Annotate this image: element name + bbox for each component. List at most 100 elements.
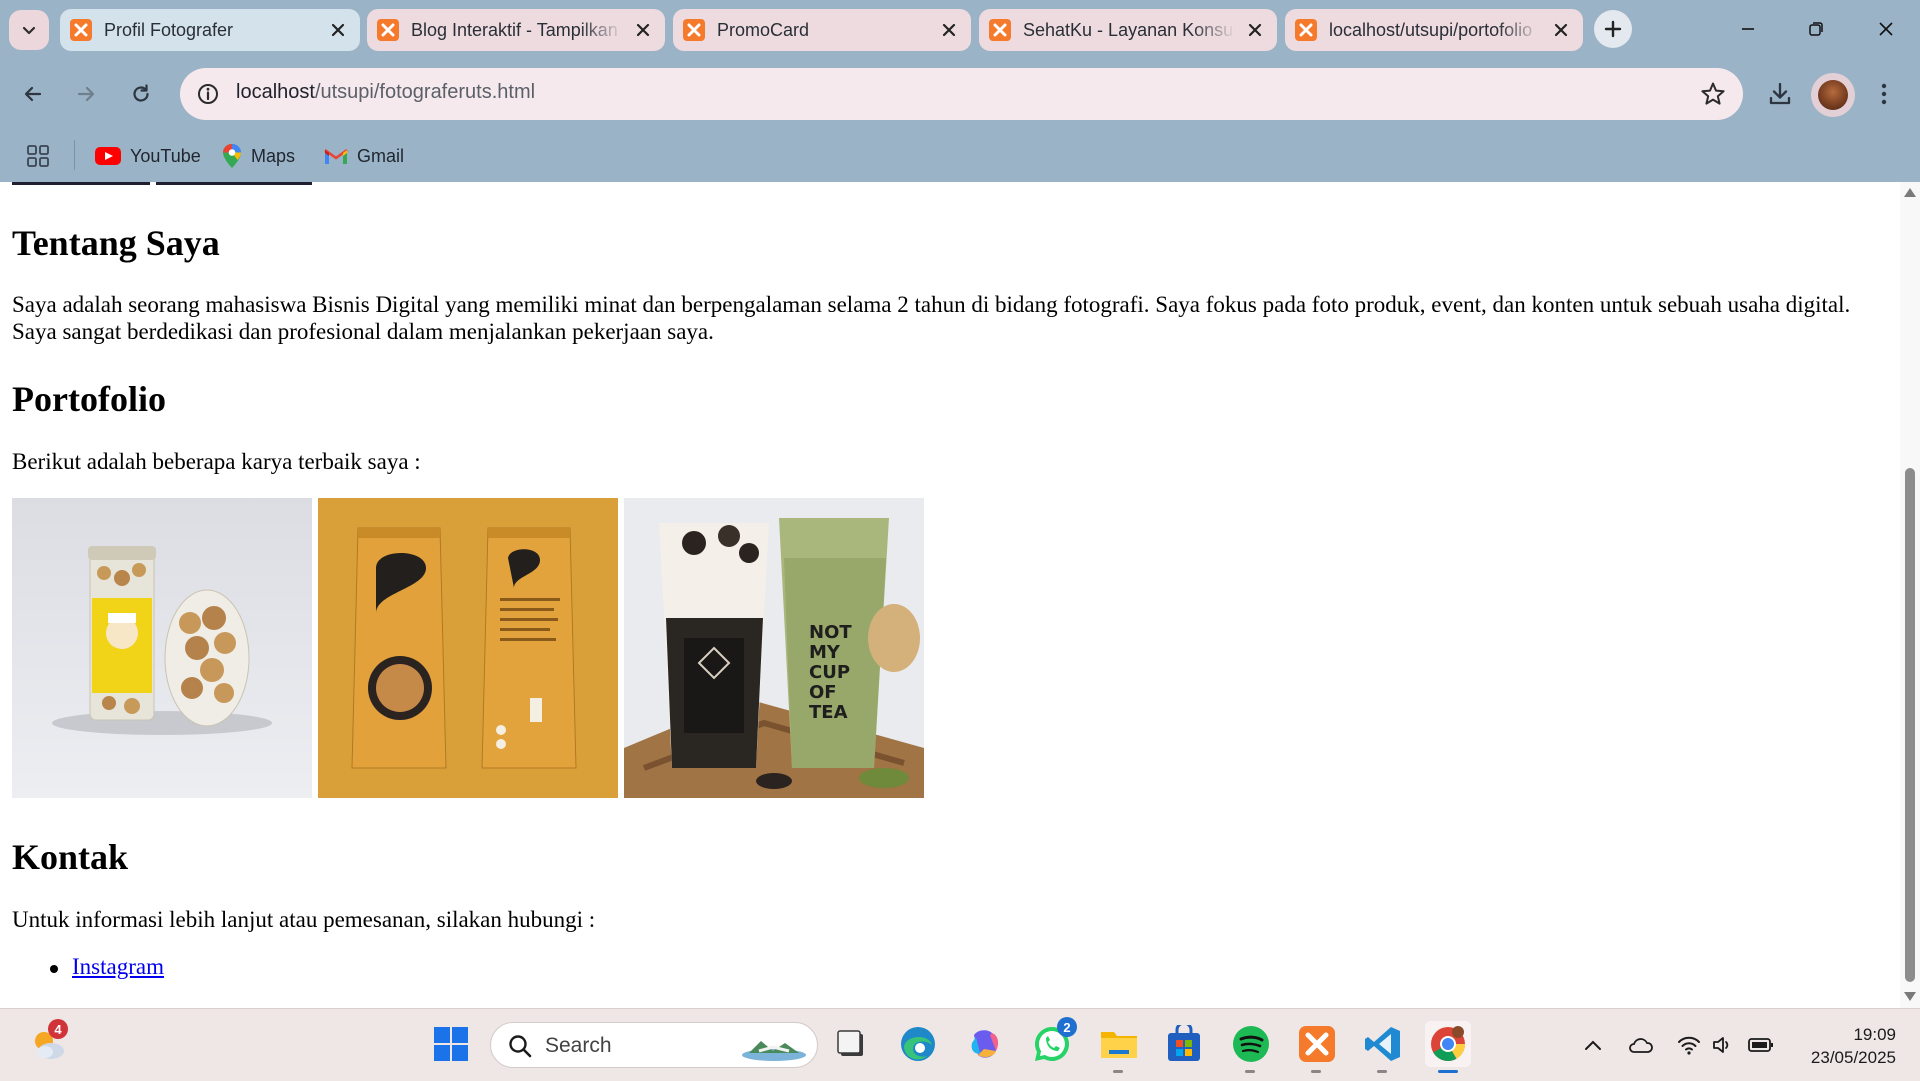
svg-text:NOT: NOT xyxy=(809,622,852,643)
taskbar-copilot[interactable] xyxy=(962,1021,1008,1067)
reload-button[interactable] xyxy=(121,74,161,114)
photo-drinks: NOT MY CUP OF TEA xyxy=(624,498,924,798)
folder-icon xyxy=(1101,1032,1137,1058)
tray-overflow-button[interactable] xyxy=(1580,1033,1606,1057)
bookmark-maps[interactable]: Maps xyxy=(222,141,295,171)
photo-chips-pouch xyxy=(318,498,618,798)
chevron-up-icon xyxy=(1585,1040,1601,1050)
gmail-icon xyxy=(324,148,348,164)
svg-text:CUP: CUP xyxy=(809,662,850,683)
back-button[interactable] xyxy=(13,74,53,114)
copilot-icon xyxy=(971,1030,999,1058)
running-indicator xyxy=(1245,1070,1255,1073)
taskbar-store[interactable] xyxy=(1161,1021,1207,1067)
taskbar-whatsapp[interactable]: 2 xyxy=(1029,1017,1077,1067)
downloads-button[interactable] xyxy=(1762,74,1798,114)
scroll-up-arrow-icon[interactable] xyxy=(1904,188,1916,197)
window-close-button[interactable] xyxy=(1871,14,1901,44)
start-button[interactable] xyxy=(428,1021,474,1067)
chrome-icon xyxy=(1431,1026,1465,1061)
close-icon[interactable] xyxy=(939,20,959,40)
bookmark-gmail[interactable]: Gmail xyxy=(324,141,404,171)
xampp-icon xyxy=(1299,1026,1335,1062)
svg-text:MY: MY xyxy=(809,642,841,663)
search-highlight-icon xyxy=(742,1041,806,1061)
contact-intro: Untuk informasi lebih lanjut atau pemesa… xyxy=(12,907,596,932)
windows-start-icon xyxy=(434,1027,468,1061)
bookmark-star-icon[interactable] xyxy=(1699,80,1727,108)
tab-title: SehatKu - Layanan Konsultasi xyxy=(1023,20,1235,40)
taskbar-spotify[interactable] xyxy=(1228,1021,1274,1073)
reload-icon xyxy=(133,84,149,102)
close-icon[interactable] xyxy=(1551,20,1571,40)
wifi-icon xyxy=(1678,1036,1700,1055)
svg-text:TEA: TEA xyxy=(809,702,848,723)
url-text[interactable]: localhost/utsupi/fotograferuts.html xyxy=(236,81,535,104)
bookmark-label: YouTube xyxy=(130,145,201,166)
search-icon xyxy=(509,1035,532,1058)
tab-title: PromoCard xyxy=(717,20,810,40)
new-tab-button[interactable] xyxy=(1594,10,1632,48)
taskbar-search-box[interactable]: Search xyxy=(490,1022,818,1068)
url-host: localhost xyxy=(236,81,315,103)
tab-title: Blog Interaktif - Tampilkan xyxy=(411,20,618,40)
profile-button[interactable] xyxy=(1811,73,1855,117)
tab-sehatku[interactable]: SehatKu - Layanan Konsultasi xyxy=(979,9,1277,51)
tab-search-button[interactable] xyxy=(9,10,49,50)
clock-date: 23/05/2025 xyxy=(1810,1048,1896,1067)
address-bar[interactable]: localhost/utsupi/fotograferuts.html xyxy=(180,68,1743,120)
tab-title: Profil Fotografer xyxy=(104,20,234,40)
nav-underline-left xyxy=(12,182,150,185)
taskbar-edge[interactable] xyxy=(895,1021,941,1067)
xampp-favicon-icon xyxy=(377,19,399,41)
close-icon[interactable] xyxy=(328,20,348,40)
taskbar-xampp[interactable] xyxy=(1294,1021,1340,1073)
scrollbar-thumb[interactable] xyxy=(1905,468,1915,982)
taskbar-file-explorer[interactable] xyxy=(1096,1021,1142,1073)
cloud-icon xyxy=(1629,1038,1653,1053)
apps-button[interactable] xyxy=(26,141,59,171)
bookmark-label: Gmail xyxy=(357,145,405,166)
scroll-down-arrow-icon[interactable] xyxy=(1904,992,1916,1001)
store-icon xyxy=(1168,1025,1200,1061)
weather-widget[interactable]: 4 xyxy=(26,1019,72,1067)
taskbar-clock[interactable]: 19:09 23/05/2025 xyxy=(1790,1023,1896,1069)
tab-portofolio[interactable]: localhost/utsupi/portofolio xyxy=(1285,9,1583,51)
page-scrollbar[interactable] xyxy=(1900,182,1920,1008)
restore-icon xyxy=(1809,22,1823,36)
arrow-left-icon xyxy=(24,86,42,102)
running-indicator xyxy=(1113,1070,1123,1073)
browser-menu-button[interactable] xyxy=(1872,76,1896,112)
task-view-button[interactable] xyxy=(828,1021,874,1067)
close-icon[interactable] xyxy=(1245,20,1265,40)
tray-battery[interactable] xyxy=(1748,1033,1774,1057)
about-heading: Tentang Saya xyxy=(12,223,220,263)
list-item: Instagram xyxy=(12,954,164,980)
bookmark-youtube[interactable]: YouTube xyxy=(95,141,201,171)
tray-onedrive[interactable] xyxy=(1627,1033,1653,1057)
tray-wifi[interactable] xyxy=(1676,1033,1702,1057)
url-path: /utsupi/fotograferuts.html xyxy=(314,81,536,103)
tab-blog-interaktif[interactable]: Blog Interaktif - Tampilkan xyxy=(367,9,665,51)
volume-icon xyxy=(1713,1037,1729,1053)
xampp-favicon-icon xyxy=(70,19,92,41)
tab-profil-fotografer[interactable]: Profil Fotografer xyxy=(60,9,360,51)
maps-icon xyxy=(223,144,241,168)
xampp-favicon-icon xyxy=(1295,19,1317,41)
chevron-down-icon xyxy=(22,26,36,35)
close-icon[interactable] xyxy=(633,20,653,40)
svg-text:OF: OF xyxy=(809,682,837,703)
tab-strip: Profil Fotografer Blog Interaktif - Tamp… xyxy=(0,0,1920,58)
minimize-button[interactable] xyxy=(1733,14,1763,44)
tab-promocard[interactable]: PromoCard xyxy=(673,9,971,51)
instagram-link[interactable]: Instagram xyxy=(72,954,164,979)
forward-button[interactable] xyxy=(66,74,106,114)
tray-volume[interactable] xyxy=(1710,1033,1736,1057)
contact-list: Instagram xyxy=(12,954,164,980)
whatsapp-badge: 2 xyxy=(1057,1017,1077,1037)
taskbar-vscode[interactable] xyxy=(1360,1021,1406,1073)
info-icon[interactable] xyxy=(194,80,222,108)
taskbar-chrome[interactable] xyxy=(1425,1021,1471,1073)
restore-button[interactable] xyxy=(1801,14,1831,44)
youtube-icon xyxy=(95,147,121,165)
